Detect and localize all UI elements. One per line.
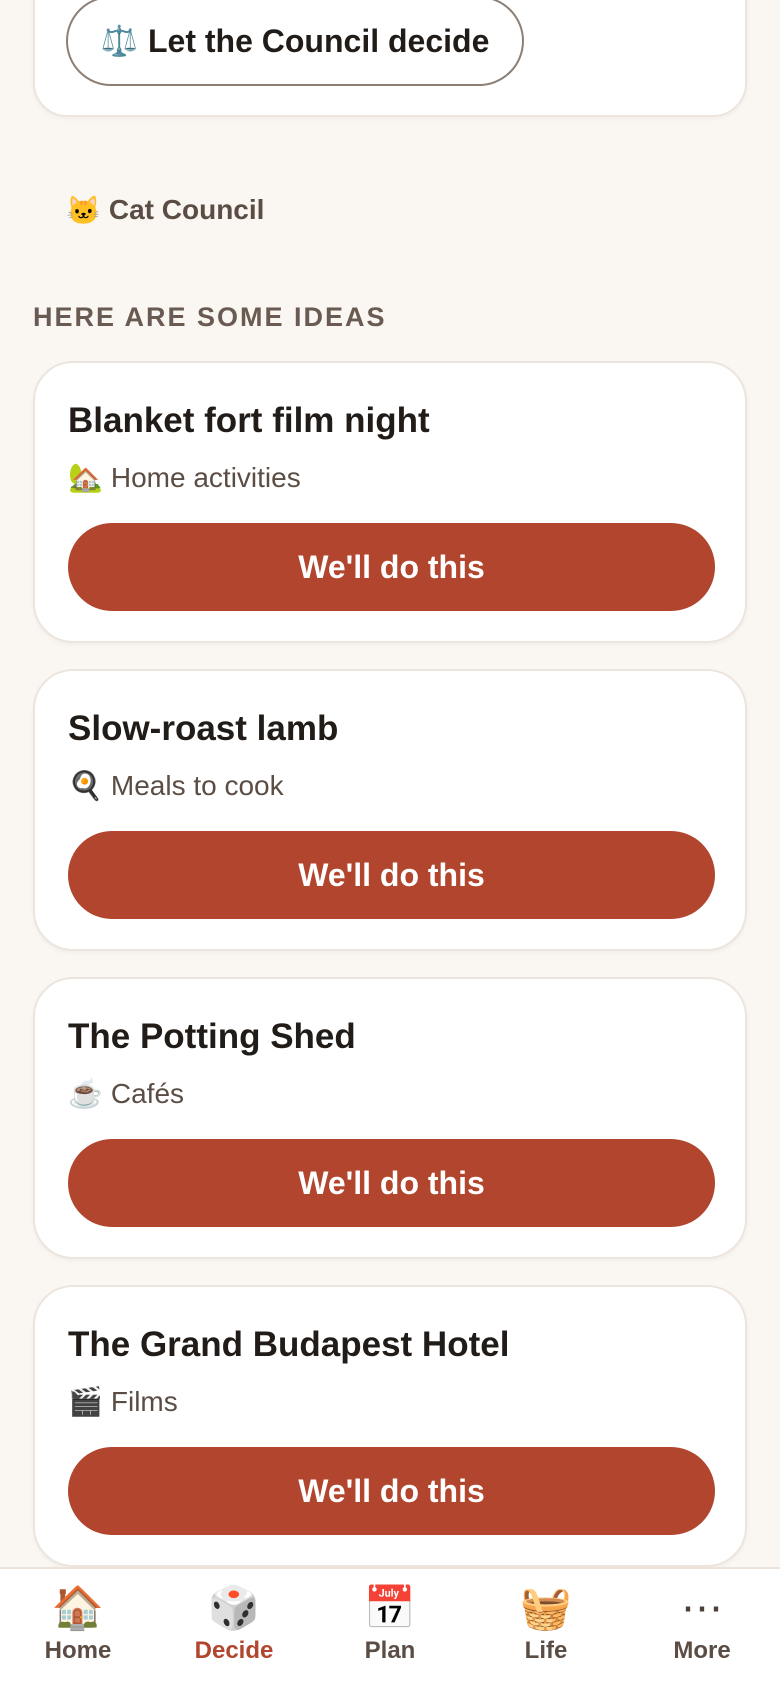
idea-category-label: Home activities — [110, 461, 301, 493]
idea-card: The Grand Budapest Hotel 🎬 Films We'll d… — [33, 1285, 747, 1567]
idea-category-label: Meals to cook — [110, 769, 284, 801]
idea-title: Blanket fort film night — [68, 401, 430, 440]
well-do-this-button[interactable]: We'll do this — [68, 523, 715, 611]
more-dots-icon: ⋯ — [681, 1584, 723, 1631]
cat-council-link[interactable]: 🐱 Cat Council — [66, 190, 264, 230]
nav-item-more[interactable]: ⋯ More — [624, 1569, 780, 1688]
nav-label: Plan — [364, 1637, 416, 1664]
idea-category: 🏡 Home activities — [68, 461, 301, 494]
idea-category-label: Cafés — [110, 1077, 185, 1109]
idea-title: The Potting Shed — [68, 1017, 356, 1056]
house-icon: 🏠 — [51, 1584, 105, 1631]
coffee-icon: ☕ — [68, 1078, 103, 1109]
idea-card: Slow-roast lamb 🍳 Meals to cook We'll do… — [33, 669, 747, 951]
cat-council-label: Cat Council — [108, 194, 265, 225]
well-do-this-button[interactable]: We'll do this — [68, 1447, 715, 1535]
nav-label: Life — [524, 1637, 568, 1664]
let-council-decide-button[interactable]: ⚖️ Let the Council decide — [66, 0, 524, 86]
well-do-this-button[interactable]: We'll do this — [68, 831, 715, 919]
nav-item-life[interactable]: 🧺 Life — [468, 1569, 624, 1688]
nav-label: Home — [44, 1637, 112, 1664]
basket-icon: 🧺 — [519, 1584, 573, 1631]
idea-category: 🎬 Films — [68, 1385, 178, 1418]
clapperboard-icon: 🎬 — [68, 1386, 103, 1417]
scales-icon: ⚖️ — [100, 24, 138, 58]
let-council-decide-label: Let the Council decide — [147, 22, 490, 59]
nav-label: More — [673, 1637, 731, 1664]
bottom-nav: 🏠 Home 🎲 Decide 📅 Plan 🧺 Life ⋯ More — [0, 1567, 780, 1688]
nav-item-plan[interactable]: 📅 Plan — [312, 1569, 468, 1688]
ideas-section-heading: HERE ARE SOME IDEAS — [33, 302, 387, 332]
idea-category-label: Films — [110, 1385, 178, 1417]
dice-icon: 🎲 — [207, 1584, 261, 1631]
frying-pan-icon: 🍳 — [68, 770, 103, 801]
cat-icon: 🐱 — [66, 194, 101, 226]
idea-category: 🍳 Meals to cook — [68, 769, 284, 802]
idea-title: The Grand Budapest Hotel — [68, 1325, 510, 1364]
well-do-this-button[interactable]: We'll do this — [68, 1139, 715, 1227]
nav-item-decide[interactable]: 🎲 Decide — [156, 1569, 312, 1688]
idea-title: Slow-roast lamb — [68, 709, 339, 748]
calendar-icon: 📅 — [363, 1584, 417, 1631]
idea-card: Blanket fort film night 🏡 Home activitie… — [33, 361, 747, 643]
nav-label: Decide — [194, 1637, 274, 1664]
idea-card: The Potting Shed ☕ Cafés We'll do this — [33, 977, 747, 1259]
house-icon: 🏡 — [68, 462, 103, 493]
nav-item-home[interactable]: 🏠 Home — [0, 1569, 156, 1688]
idea-category: ☕ Cafés — [68, 1077, 184, 1110]
